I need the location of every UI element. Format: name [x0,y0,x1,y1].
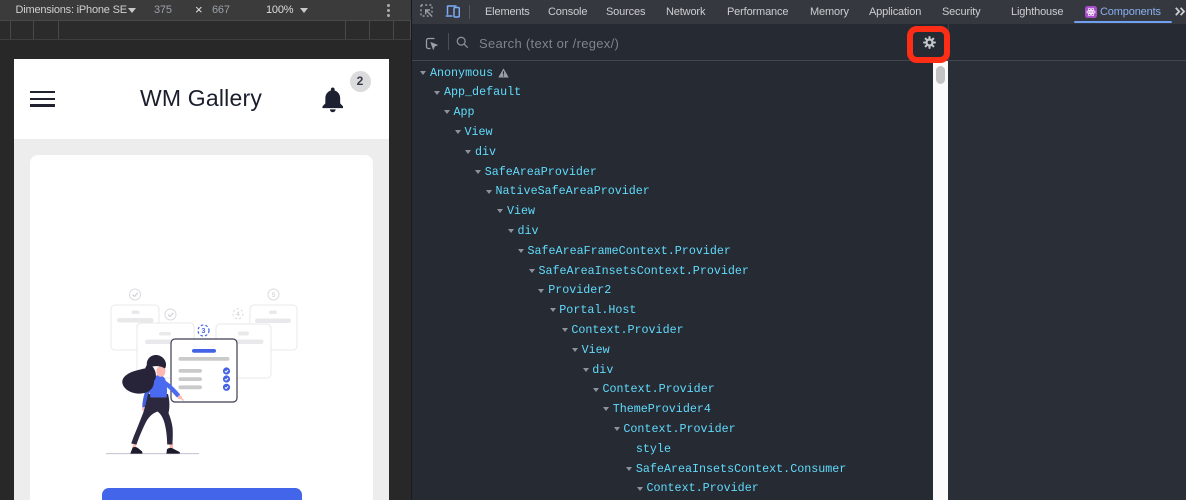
svg-text:5: 5 [272,292,276,299]
svg-text:3: 3 [202,328,206,335]
svg-text:4: 4 [236,311,240,318]
